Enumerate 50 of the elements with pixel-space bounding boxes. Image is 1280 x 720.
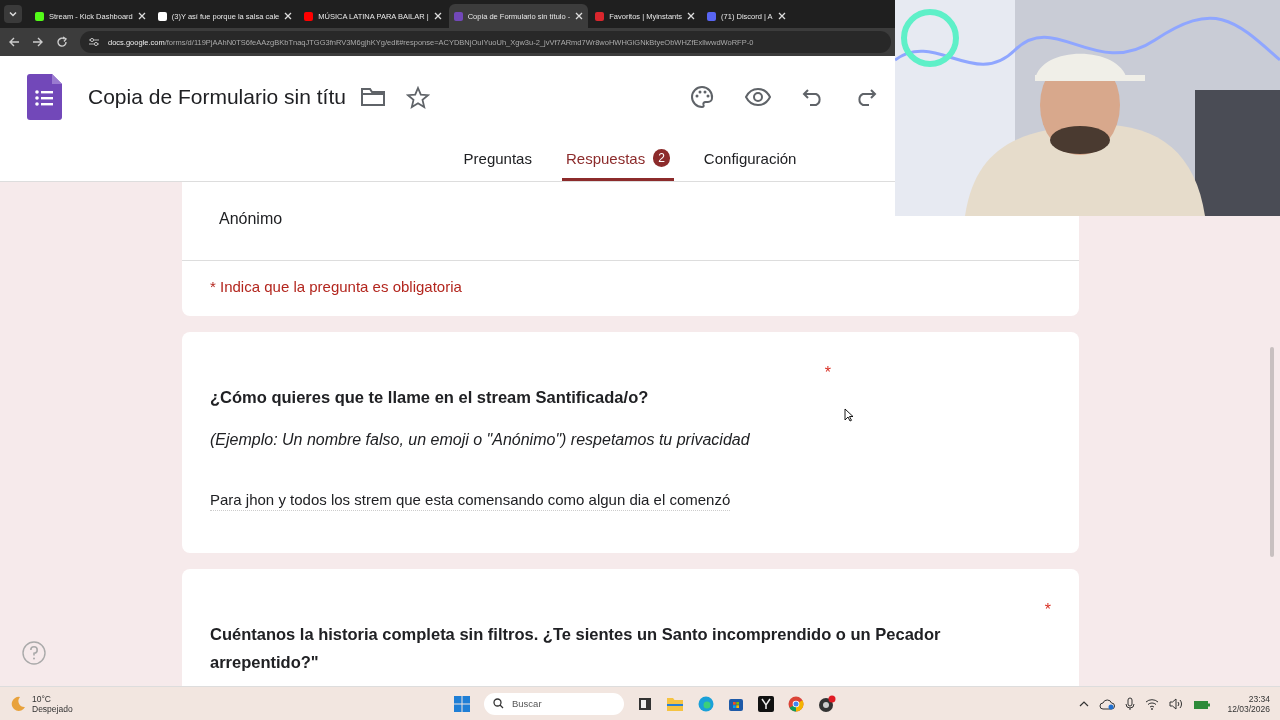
moon-icon (10, 695, 26, 712)
chevron-up-icon[interactable] (1079, 699, 1090, 708)
recorder-icon[interactable] (818, 694, 836, 713)
tab-search-button[interactable] (4, 5, 22, 23)
respondent-name: Anónimo (218, 209, 284, 229)
answer-text: Para jhon y todos los strem que esta comensando como algun dia el comenzó (210, 491, 731, 511)
clock-date[interactable]: 12/03/2026 (1227, 703, 1270, 714)
chrome-icon[interactable] (788, 695, 804, 712)
preview-eye-icon[interactable] (744, 88, 771, 106)
chevron-down-icon[interactable] (8, 9, 18, 19)
reload-icon[interactable] (56, 36, 68, 48)
close-icon[interactable] (284, 12, 293, 20)
form-tab[interactable]: Preguntas (459, 138, 536, 181)
search-icon (493, 698, 504, 709)
question-title: ¿Cómo quieres que te llame en el stream Santificada/o? (210, 387, 650, 408)
clock-time[interactable]: 23:34 (1227, 693, 1270, 704)
speaker-icon[interactable] (1169, 697, 1184, 710)
palette-icon[interactable] (689, 85, 714, 109)
close-icon[interactable] (777, 12, 786, 20)
close-icon[interactable] (433, 12, 442, 20)
question-title: Cuéntanos la historia completa sin filtros. ¿Te sientes un Santo incomprendido o un Pecador arrepentido?" (210, 624, 942, 673)
form-title-field[interactable]: Copia de Formulario sin títu (88, 85, 346, 109)
temperature-text: 10°C (32, 693, 52, 704)
microphone-icon[interactable] (1125, 696, 1136, 711)
folder-icon[interactable] (359, 87, 386, 107)
cloud-icon[interactable] (1099, 697, 1116, 710)
required-asterisk: * (824, 364, 831, 382)
back-icon[interactable] (8, 36, 20, 48)
mouse-cursor-icon (844, 408, 854, 422)
undo-icon[interactable] (801, 88, 824, 106)
question-description: (Ejemplo: Un nombre falso, un emoji o "Anónimo") respetamos tu privacidad (210, 431, 751, 449)
response-count-badge: 2 (653, 149, 670, 167)
required-asterisk: * (1044, 601, 1051, 619)
close-icon[interactable] (687, 12, 696, 20)
forward-icon[interactable] (32, 36, 44, 48)
app-icon[interactable] (758, 695, 774, 712)
required-note: * Indica que la pregunta es obligatoria (182, 260, 1079, 316)
taskbar-search-field[interactable]: Buscar (484, 692, 624, 715)
scrollbar-thumb[interactable] (1270, 347, 1274, 557)
wifi-icon[interactable] (1145, 697, 1160, 710)
close-icon[interactable] (137, 12, 146, 20)
form-tab[interactable]: Configuración (699, 138, 801, 181)
forms-logo-icon[interactable] (27, 74, 62, 120)
start-icon[interactable] (454, 695, 470, 712)
close-icon[interactable] (575, 12, 584, 20)
task-view-icon[interactable] (638, 696, 652, 711)
folder-icon[interactable] (666, 695, 684, 712)
weather-text: Despejado (32, 703, 73, 714)
site-info-icon[interactable] (88, 37, 100, 47)
star-icon[interactable] (405, 85, 430, 109)
